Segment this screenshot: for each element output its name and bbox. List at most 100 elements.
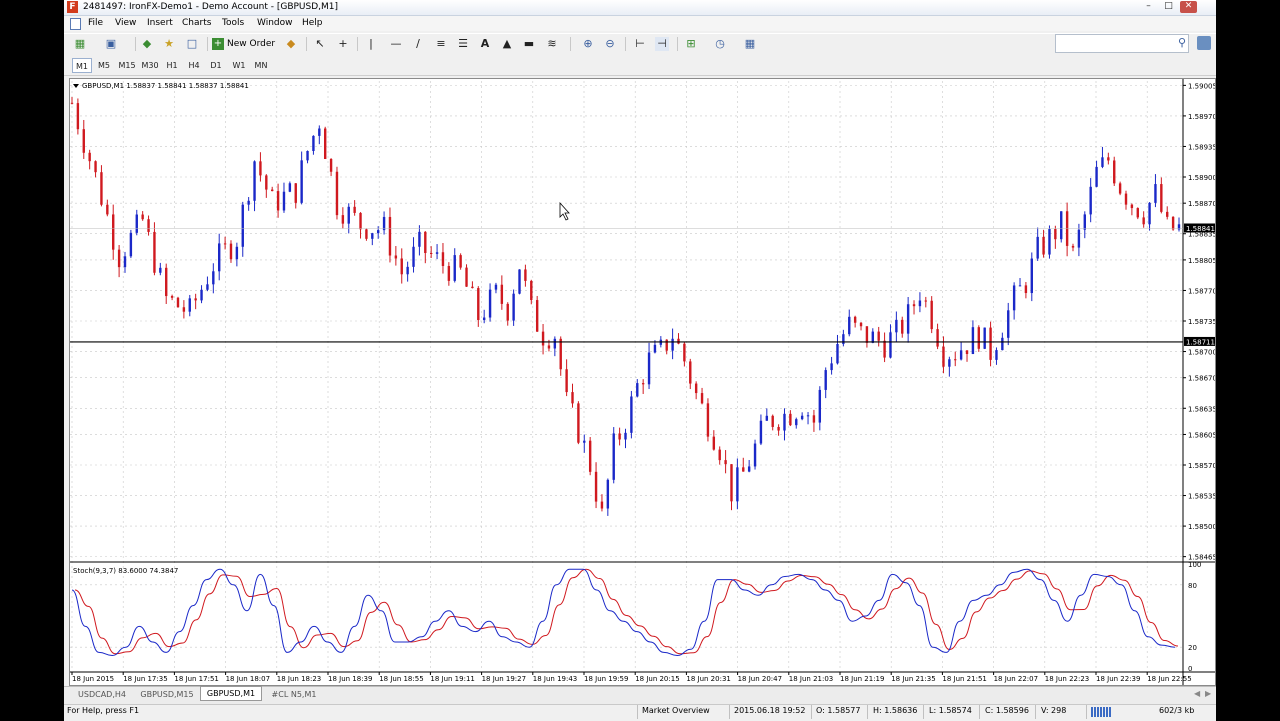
- zoom-out-icon[interactable]: ⊖: [603, 37, 617, 51]
- candle-body: [524, 269, 527, 281]
- rectangle-tool-icon[interactable]: ▬: [522, 37, 536, 51]
- search-input[interactable]: [1055, 34, 1189, 53]
- candle-body: [600, 501, 604, 509]
- timeframe-d1[interactable]: D1: [206, 58, 226, 73]
- zoom-in-icon[interactable]: ⊕: [581, 37, 595, 51]
- tab-scroll-right-icon[interactable]: ▶: [1205, 689, 1211, 698]
- candle-body: [82, 129, 85, 153]
- toolbar-separator: [135, 37, 136, 51]
- label-tool-icon[interactable]: ▲: [500, 37, 514, 51]
- menu-charts[interactable]: Charts: [182, 18, 211, 28]
- timeframe-m1[interactable]: M1: [72, 58, 92, 73]
- candle-body: [830, 363, 833, 371]
- timeframe-h4[interactable]: H4: [184, 58, 204, 73]
- timeframe-h1[interactable]: H1: [162, 58, 182, 73]
- crosshair-icon[interactable]: +: [336, 37, 350, 51]
- candle-body: [653, 344, 657, 353]
- candle-body: [170, 296, 174, 298]
- menu-view[interactable]: View: [115, 18, 136, 28]
- timeframe-m30[interactable]: M30: [139, 58, 161, 73]
- candle-body: [906, 304, 910, 334]
- templates-icon[interactable]: ▦: [743, 37, 757, 51]
- chart-window[interactable]: 1.59005 1.58970 1.58935 1.58900 1.58870 1.588…: [69, 78, 1216, 686]
- close-button[interactable]: ✕: [1180, 1, 1197, 13]
- candle-body: [1113, 160, 1116, 184]
- chart-tab-gbpusd-m1[interactable]: GBPUSD,M1: [200, 686, 262, 701]
- candle-body: [647, 352, 651, 385]
- autoscroll-icon[interactable]: ⊣: [655, 37, 669, 51]
- timeframe-m15[interactable]: M15: [116, 58, 138, 73]
- candle-body: [1171, 216, 1175, 230]
- document-icon[interactable]: [70, 18, 81, 30]
- menu-insert[interactable]: Insert: [147, 18, 173, 28]
- price-chart[interactable]: 1.59005 1.58970 1.58935 1.58900 1.58870 1.588…: [70, 79, 1215, 685]
- candle-body: [394, 255, 398, 259]
- channel-icon[interactable]: ≡: [434, 37, 448, 51]
- candle-body: [70, 102, 74, 104]
- chart-shift-icon[interactable]: ⊢: [633, 37, 647, 51]
- candle-body: [1054, 229, 1057, 240]
- minimize-button[interactable]: –: [1140, 1, 1157, 13]
- chart-tab-gbpusd-m15[interactable]: GBPUSD,M15: [134, 688, 200, 701]
- candle-body: [1124, 193, 1128, 205]
- tab-scroll-left-icon[interactable]: ◀: [1194, 689, 1200, 698]
- menu-tools[interactable]: Tools: [222, 18, 244, 28]
- candle-body: [212, 271, 215, 285]
- new-order-button[interactable]: + New Order: [212, 35, 282, 53]
- menu-window[interactable]: Window: [257, 18, 293, 28]
- candle-body: [106, 204, 109, 215]
- candle-body: [535, 300, 539, 332]
- candle-body: [700, 393, 704, 404]
- candle-body: [1130, 204, 1134, 209]
- new-chart-icon[interactable]: ▦: [73, 37, 87, 51]
- connection-status-icon[interactable]: [1091, 707, 1111, 717]
- navigator-icon[interactable]: ★: [162, 37, 176, 51]
- candle-body: [1136, 208, 1139, 218]
- candle-body: [565, 369, 568, 393]
- candle-body: [1077, 229, 1081, 248]
- candle-body: [948, 359, 951, 367]
- timeframe-mn[interactable]: MN: [251, 58, 271, 73]
- text-tool-icon[interactable]: A: [478, 37, 492, 51]
- candle-body: [559, 338, 562, 370]
- profiles-icon[interactable]: ▣: [104, 37, 118, 51]
- toolbar-separator: [570, 37, 571, 51]
- vertical-line-icon[interactable]: |: [364, 37, 378, 51]
- stochastic-signal-line: [74, 568, 1179, 655]
- candle-body: [618, 433, 621, 440]
- indicators-icon[interactable]: ⊞: [684, 37, 698, 51]
- chart-tab-usdcad-h4[interactable]: USDCAD,H4: [70, 688, 134, 701]
- fibonacci-icon[interactable]: ☰: [456, 37, 470, 51]
- price-tick-label: 1.58870: [1188, 200, 1215, 208]
- chart-header-label: GBPUSD,M1 1.58837 1.58841 1.58837 1.5884…: [82, 82, 249, 90]
- candle-body: [1142, 217, 1145, 225]
- market-watch-icon[interactable]: ◆: [140, 37, 154, 51]
- time-tick-label: 18 Jun 2015: [72, 675, 114, 683]
- candle-body: [1166, 211, 1169, 217]
- price-tick-label: 1.58635: [1188, 405, 1215, 413]
- status-profile[interactable]: Market Overview: [642, 706, 710, 715]
- candle-body: [488, 289, 492, 318]
- search-icon[interactable]: ⚲: [1178, 36, 1186, 49]
- price-tick-label: 1.58770: [1188, 287, 1215, 295]
- terminal-icon[interactable]: □: [185, 37, 199, 51]
- indicator-tick-label: 100: [1188, 561, 1201, 569]
- chart-tab-cl-n5-m1[interactable]: #CL N5,M1: [264, 688, 324, 701]
- current-price-badge-label: 1.58841: [1186, 225, 1215, 233]
- cursor-icon[interactable]: ↖: [313, 37, 327, 51]
- timeframe-w1[interactable]: W1: [229, 58, 249, 73]
- trendline-icon[interactable]: ∕: [411, 37, 425, 51]
- autotrading-icon[interactable]: ◆: [284, 37, 298, 51]
- menu-file[interactable]: File: [88, 18, 103, 28]
- candle-body: [229, 243, 233, 260]
- horizontal-line-icon[interactable]: —: [389, 37, 403, 51]
- periods-icon[interactable]: ◷: [713, 37, 727, 51]
- menu-help[interactable]: Help: [302, 18, 323, 28]
- candle-body: [1042, 236, 1045, 255]
- community-button[interactable]: [1197, 36, 1211, 50]
- candle-body: [736, 467, 739, 502]
- maximize-button[interactable]: □: [1160, 1, 1177, 13]
- timeframe-m5[interactable]: M5: [94, 58, 114, 73]
- price-tick-label: 1.58535: [1188, 493, 1215, 501]
- shapes-menu-icon[interactable]: ≋: [545, 37, 559, 51]
